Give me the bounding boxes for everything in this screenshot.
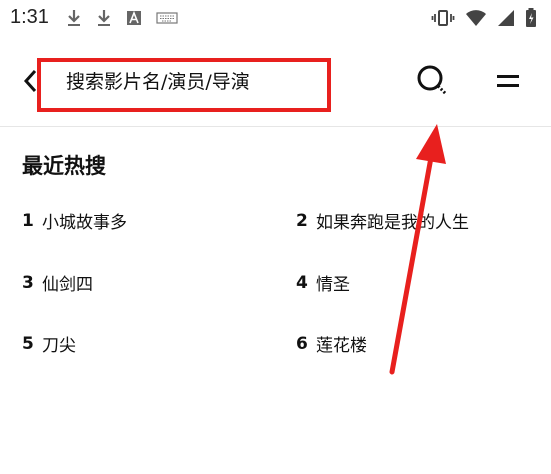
annotation-arrow	[389, 124, 446, 375]
